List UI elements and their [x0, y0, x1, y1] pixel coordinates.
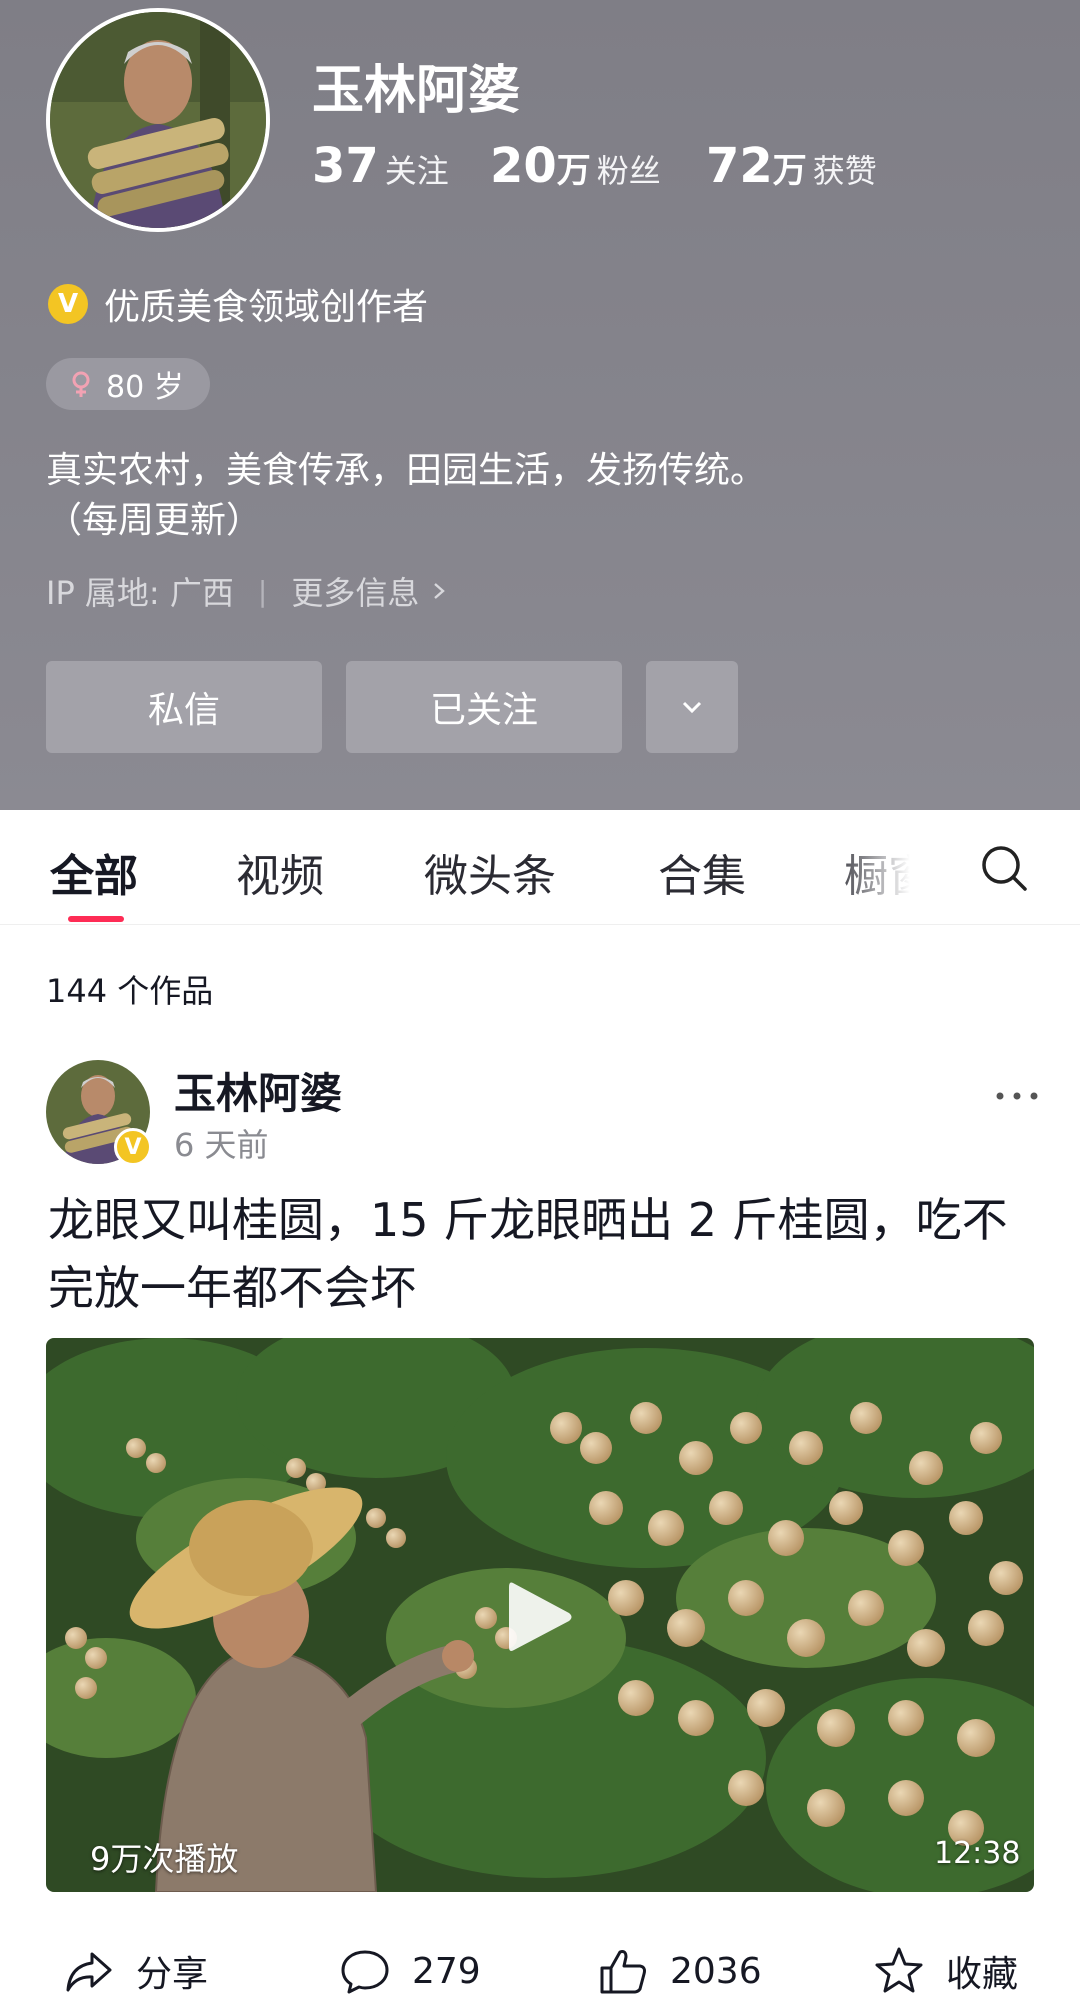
comment-icon — [341, 1950, 389, 1994]
verified-badge-icon: V — [48, 284, 88, 324]
post-author-name[interactable]: 玉林阿婆 — [174, 1060, 342, 1121]
post-actions: 分享 279 2036 收藏 — [0, 1944, 1080, 2004]
ip-location: IP 属地: 广西 — [46, 574, 234, 612]
stat-likes[interactable]: 72万 获赞 — [706, 138, 877, 194]
profile-bio: 真实农村，美食传承，田园生活，发扬传统。 （每周更新） — [46, 446, 1026, 546]
age-text: 80 岁 — [106, 370, 184, 405]
age-tag: 80 岁 — [46, 358, 210, 410]
video-duration: 12:38 — [934, 1836, 1021, 1871]
stat-following[interactable]: 37 关注 — [312, 138, 449, 194]
star-icon — [875, 1947, 923, 1993]
content-tabs: 全部 视频 微头条 合集 橱窗 — [0, 810, 1080, 925]
female-icon — [72, 371, 90, 397]
active-tab-indicator — [68, 916, 124, 922]
profile-avatar[interactable] — [46, 8, 270, 232]
message-button[interactable]: 私信 — [46, 661, 322, 753]
more-icon[interactable] — [994, 1086, 1040, 1106]
stat-followers[interactable]: 20万 粉丝 — [490, 138, 661, 194]
chevron-down-icon — [682, 701, 702, 714]
share-icon — [66, 1952, 112, 1992]
ip-row: IP 属地: 广西 | 更多信息 — [46, 568, 449, 614]
profile-name: 玉林阿婆 — [312, 61, 521, 121]
works-count: 144 个作品 — [46, 972, 214, 1010]
ip-separator: | — [257, 574, 268, 608]
profile-header: 玉林阿婆 37 关注 20万 粉丝 72万 获赞 V 优质美食领域创作者 80 岁 真… — [0, 0, 1080, 810]
favorite-button[interactable]: 收藏 — [872, 1944, 1018, 1998]
post-time: 6 天前 — [174, 1126, 269, 1164]
play-count: 9万次播放 — [90, 1840, 239, 1878]
play-icon[interactable] — [505, 1577, 575, 1657]
more-info-link[interactable]: 更多信息 — [291, 568, 449, 614]
share-button[interactable]: 分享 — [62, 1944, 208, 1998]
verified-text: 优质美食领域创作者 — [104, 287, 429, 328]
tab-fade-overlay — [830, 820, 930, 914]
search-icon[interactable] — [978, 842, 1030, 894]
tab-micro-posts[interactable]: 微头条 — [424, 840, 556, 904]
following-button[interactable]: 已关注 — [346, 661, 622, 753]
bio-line: （每周更新） — [46, 500, 263, 541]
verified-badge-icon: V — [114, 1128, 152, 1166]
tab-collections[interactable]: 合集 — [658, 840, 746, 904]
tab-all[interactable]: 全部 — [50, 840, 138, 904]
post-title[interactable]: 龙眼又叫桂圆，15 斤龙眼晒出 2 斤桂圆，吃不完放一年都不会坏 — [48, 1186, 1038, 1322]
chevron-right-icon — [434, 583, 446, 599]
like-icon — [600, 1950, 646, 1994]
bio-line: 真实农村，美食传承，田园生活，发扬传统。 — [46, 450, 767, 491]
expand-button[interactable] — [646, 661, 738, 753]
verified-row[interactable]: V 优质美食领域创作者 — [48, 278, 428, 330]
tab-videos[interactable]: 视频 — [236, 840, 324, 904]
like-button[interactable]: 2036 — [596, 1944, 762, 1998]
comment-button[interactable]: 279 — [338, 1944, 481, 1998]
